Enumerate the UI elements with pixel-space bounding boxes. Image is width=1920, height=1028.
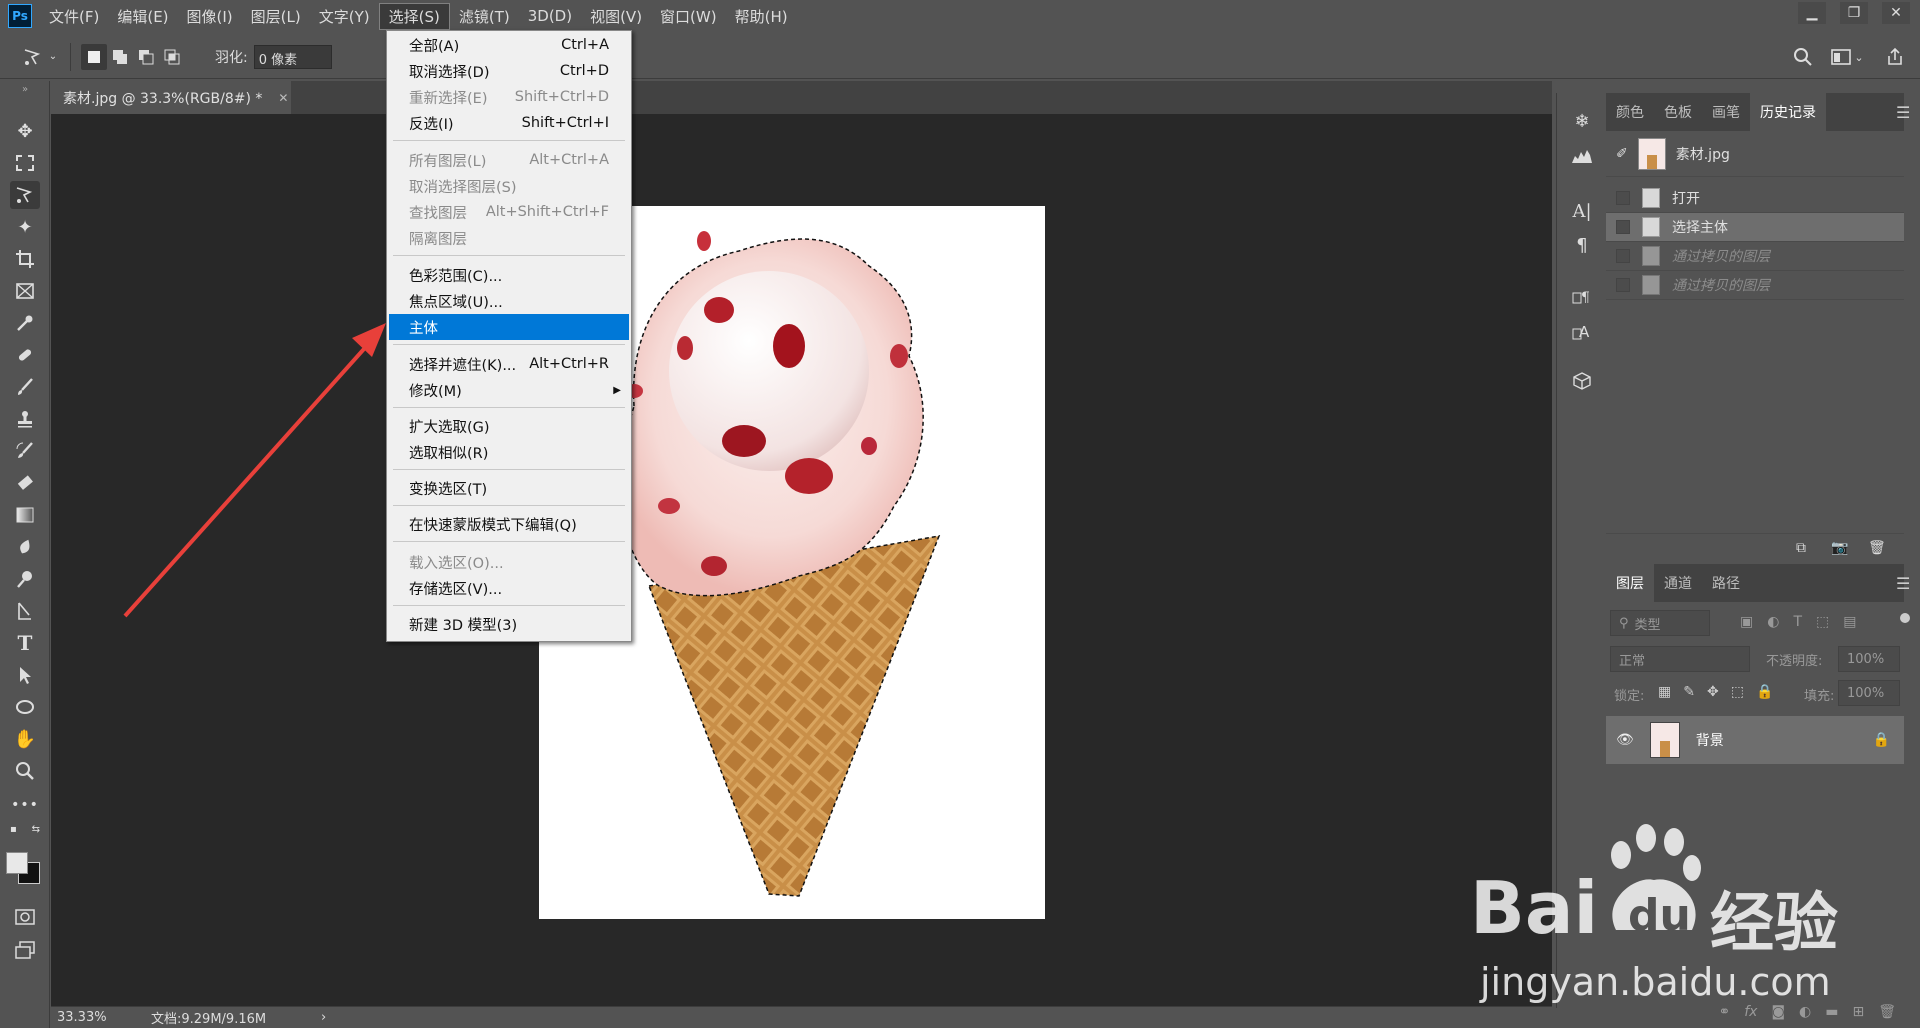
layer-thumbnail [1649,722,1680,758]
menu-item-quick-mask[interactable]: 在快速蒙版模式下编辑(Q) [389,511,629,537]
history-state-layer-via-copy[interactable]: 通过拷贝的图层 [1606,242,1904,271]
layer-name: 背景 [1695,733,1724,749]
shape-filter-icon[interactable]: ⬚ [1816,614,1829,630]
layer-row-background[interactable]: 👁 背景 🔒 [1606,716,1904,764]
document-icon [1642,275,1660,295]
menu-separator [393,255,625,256]
character-icon[interactable]: A| [1567,197,1597,225]
menu-item-deselect-layers[interactable]: 取消选择图层(S) [389,173,629,199]
filter-toggle-icon[interactable] [1900,613,1910,623]
history-brush-source-icon[interactable]: ✐ [1616,146,1628,162]
menu-separator [393,344,625,345]
eye-icon[interactable]: 👁 [1616,732,1634,748]
layer-lock-icon: 🔒 [1872,732,1890,748]
submenu-arrow-icon: ▶ [613,384,621,396]
adjustment-filter-icon[interactable]: ◐ [1767,614,1779,630]
character-styles-icon[interactable]: A [1567,317,1597,345]
watermark-brand-left: Bai [1470,866,1599,950]
menu-item-load-selection[interactable]: 载入选区(O)... [389,549,629,575]
paragraph-styles-icon[interactable]: ¶ [1567,283,1597,311]
menu-item-isolate-layers[interactable]: 隔离图层 [389,225,629,251]
type-filter-icon[interactable]: T [1793,614,1802,630]
tab-swatches[interactable]: 色板 [1654,93,1702,131]
smart-object-filter-icon[interactable]: ▤ [1843,614,1856,630]
trash-icon[interactable]: 🗑 [1868,540,1886,556]
tab-channels[interactable]: 通道 [1654,564,1702,602]
tab-paths[interactable]: 路径 [1702,564,1750,602]
watermark-brand-right: 经验 [1710,887,1838,961]
watermark-brand-mid: du [1628,890,1691,941]
menu-item-transform-selection[interactable]: 变换选区(T) [389,475,629,501]
svg-text:¶: ¶ [1581,290,1590,306]
menu-item-similar[interactable]: 选取相似(R) [389,439,629,465]
menu-item-grow[interactable]: 扩大选取(G) [389,413,629,439]
menu-separator [393,541,625,542]
color-wheel-icon[interactable]: ❄ [1567,107,1597,135]
menu-separator [393,605,625,606]
document-icon [1642,188,1660,208]
lock-transparent-icon[interactable]: ▦ [1658,684,1671,700]
history-footer: ⧉ 📷 🗑 [1606,533,1904,565]
opacity-label: 不透明度: [1766,654,1823,669]
lock-all-icon[interactable]: 🔒 [1756,684,1773,700]
svg-text:A: A [1579,323,1590,341]
history-state-layer-via-copy[interactable]: 通过拷贝的图层 [1606,271,1904,300]
select-menu-dropdown: 全部(A) Ctrl+A 取消选择(D) Ctrl+D 重新选择(E) Shift+C… [386,30,632,642]
lock-pixels-icon[interactable]: ✎ [1683,684,1695,700]
paragraph-icon[interactable]: ¶ [1567,231,1597,259]
menu-separator [393,505,625,506]
menu-separator [393,140,625,141]
layers-panel-tabs: 图层 通道 路径 [1606,564,1904,602]
menu-item-focus-area[interactable]: 焦点区域(U)... [389,288,629,314]
3d-cube-icon[interactable] [1567,367,1597,395]
menu-separator [393,407,625,408]
tab-color[interactable]: 颜色 [1606,93,1654,131]
camera-icon[interactable]: 📷 [1831,540,1848,556]
snapshot-name: 素材.jpg [1675,146,1730,163]
snapshot-thumbnail [1637,137,1666,170]
blend-mode-select[interactable]: 正常 [1610,646,1750,672]
pixel-filter-icon[interactable]: ▣ [1740,614,1753,630]
document-icon [1642,246,1660,266]
layer-filter-select[interactable]: ⚲ 类型 [1610,610,1710,636]
tab-layers[interactable]: 图层 [1606,564,1654,602]
menu-item-deselect[interactable]: 取消选择(D) Ctrl+D [389,58,629,84]
new-document-from-state-icon[interactable]: ⧉ [1796,540,1806,556]
lock-position-icon[interactable]: ✥ [1707,684,1719,700]
fill-label: 填充: [1804,689,1835,704]
watermark-url: jingyan.baidu.com [1480,960,1831,1004]
layer-filter-icons: ▣ ◐ T ⬚ ▤ [1740,614,1856,630]
baidu-watermark: Bai du 经验 jingyan.baidu.com [1470,820,1910,1020]
history-state-select-subject[interactable]: 选择主体 [1606,213,1904,242]
menu-item-modify[interactable]: 修改(M) ▶ [389,377,629,403]
menu-item-color-range[interactable]: 色彩范围(C)... [389,262,629,288]
lock-artboard-icon[interactable]: ⬚ [1731,684,1744,700]
fill-input[interactable]: 100% [1838,680,1900,706]
menu-item-reselect[interactable]: 重新选择(E) Shift+Ctrl+D [389,84,629,110]
histogram-icon[interactable] [1567,141,1597,169]
panel-menu-icon[interactable]: ☰ [1896,103,1910,122]
menu-item-subject[interactable]: 主体 [389,314,629,340]
menu-item-inverse[interactable]: 反选(I) Shift+Ctrl+I [389,110,629,136]
menu-item-save-selection[interactable]: 存储选区(V)... [389,575,629,601]
history-panel-tabs: 颜色 色板 画笔 历史记录 [1606,93,1904,131]
document-icon [1642,217,1660,237]
tab-history[interactable]: 历史记录 [1750,93,1826,131]
opacity-input[interactable]: 100% [1838,646,1900,672]
history-snapshot[interactable]: ✐ 素材.jpg [1606,131,1904,177]
menu-item-select-and-mask[interactable]: 选择并遮住(K)... Alt+Ctrl+R [389,351,629,377]
menu-item-new-3d-model[interactable]: 新建 3D 模型(3) [389,611,629,637]
tab-brushes[interactable]: 画笔 [1702,93,1750,131]
menu-item-all-layers[interactable]: 所有图层(L) Alt+Ctrl+A [389,147,629,173]
lock-label: 锁定: [1614,689,1645,704]
search-icon: ⚲ [1619,615,1629,631]
layers-panel-menu-icon[interactable]: ☰ [1896,574,1910,593]
lock-icons: ▦ ✎ ✥ ⬚ 🔒 [1658,684,1773,700]
history-state-open[interactable]: 打开 [1606,184,1904,213]
menu-separator [393,469,625,470]
menu-item-find-layers[interactable]: 查找图层 Alt+Shift+Ctrl+F [389,199,629,225]
menu-item-all[interactable]: 全部(A) Ctrl+A [389,32,629,58]
